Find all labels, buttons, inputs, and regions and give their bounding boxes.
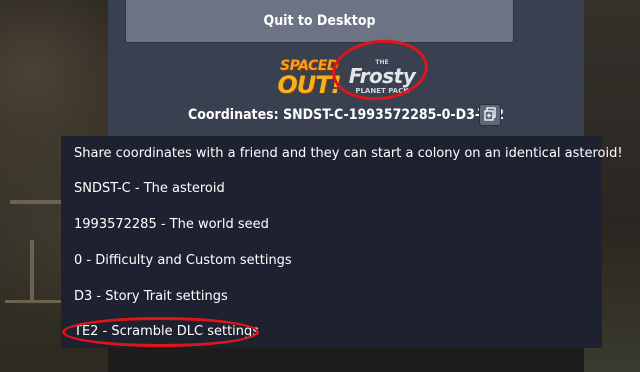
annotation-circle-dlc — [62, 317, 259, 347]
copy-icon — [483, 106, 497, 125]
pipe-segment — [30, 240, 34, 300]
spaced-out-logo-line2: OUT! — [277, 71, 341, 99]
quit-to-desktop-button[interactable]: Quit to Desktop — [125, 0, 514, 43]
quit-to-desktop-label: Quit to Desktop — [263, 13, 376, 29]
spaced-out-dlc-logo: SPACED OUT! — [277, 55, 341, 101]
coordinates-value: SNDST-C-1993572285-0-D3-TE2 — [283, 107, 504, 123]
tooltip-line-asteroid: SNDST-C - The asteroid — [74, 181, 225, 196]
tooltip-line-story-trait: D3 - Story Trait settings — [74, 289, 228, 304]
tooltip-line-difficulty: 0 - Difficulty and Custom settings — [74, 253, 292, 268]
coordinates-label: Coordinates: — [188, 107, 279, 123]
copy-coordinates-button[interactable] — [479, 104, 501, 126]
tooltip-line-seed: 1993572285 - The world seed — [74, 217, 269, 232]
coordinates-readout: Coordinates: SNDST-C-1993572285-0-D3-TE2 — [188, 104, 504, 126]
coordinates-tooltip — [61, 136, 602, 348]
tooltip-intro: Share coordinates with a friend and they… — [74, 146, 623, 161]
